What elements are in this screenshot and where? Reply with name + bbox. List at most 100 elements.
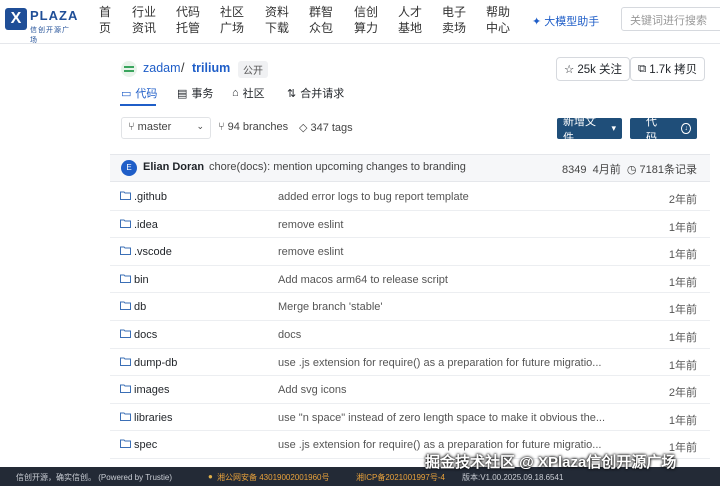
nav-label-1: 首 [98, 5, 111, 19]
watermark: 掘金技术社区 @ XPlaza信创开源广场 [425, 454, 677, 471]
ai-assistant-link[interactable]: ✦ 大模型助手 [532, 13, 599, 29]
nav-label-2: 卖场 [441, 21, 466, 35]
file-time: 1年前 [668, 304, 697, 317]
branches-count: 94 branches [227, 121, 289, 133]
commit-author[interactable]: Elian Doran [143, 161, 204, 173]
file-name[interactable]: bin [134, 274, 149, 286]
table-row[interactable]: .vscode remove eslint 1年前 [110, 238, 710, 266]
star-button[interactable]: ☆ 25k 关注 [556, 57, 631, 81]
file-time: 1年前 [668, 249, 697, 262]
nav-label-1: 行业 [131, 5, 156, 19]
file-name[interactable]: .github [134, 191, 167, 203]
tab-issues[interactable]: ▤ 事务 [177, 85, 213, 101]
table-row[interactable]: dump-db use .js extension for require() a… [110, 349, 710, 377]
nav-item-code-hosting[interactable]: 代码 托管 [173, 4, 203, 36]
table-row[interactable]: .idea remove eslint 1年前 [110, 211, 710, 239]
footer-icp-record[interactable]: 湘ICP备2021001997号-4 [356, 472, 445, 483]
ai-assistant-label: 大模型助手 [544, 16, 600, 28]
file-name[interactable]: libraries [134, 412, 173, 424]
table-row[interactable]: db Merge branch 'stable' 1年前 [110, 293, 710, 321]
commit-message[interactable]: chore(docs): mention upcoming changes to… [209, 161, 466, 173]
police-shield-icon: ● [208, 472, 213, 481]
nav-item-community[interactable]: 社区 广场 [217, 4, 247, 36]
file-name[interactable]: .idea [134, 219, 158, 231]
folder-icon [120, 191, 131, 200]
file-commit-message[interactable]: Add svg icons [278, 384, 618, 396]
commit-hash[interactable]: 8349 [562, 164, 586, 176]
tab-community[interactable]: ⌂ 社区 [232, 85, 265, 101]
nav-label-2: 页 [98, 21, 111, 35]
tag-icon: ◇ [299, 122, 308, 134]
tab-pull-requests-label: 合并请求 [300, 88, 345, 100]
tab-pull-requests[interactable]: ⇅ 合并请求 [287, 85, 344, 101]
nav-item-crowdsourcing[interactable]: 群智 众包 [306, 4, 336, 36]
file-name[interactable]: db [134, 301, 146, 313]
file-commit-message[interactable]: use .js extension for require() as a pre… [278, 439, 618, 451]
file-commit-message[interactable]: remove eslint [278, 219, 618, 231]
logo-subtitle: 信创开源广场 [30, 27, 70, 44]
site-logo[interactable]: X PLAZA 信创开源广场 [5, 6, 77, 44]
chevron-down-icon: ⌄ [196, 121, 204, 131]
file-time: 1年前 [668, 331, 697, 344]
nav-label-2: 广场 [219, 21, 244, 35]
search-input[interactable]: 关键词进行搜索 [621, 7, 720, 31]
download-icon: ↓ [681, 123, 691, 134]
code-download-button[interactable]: 代码 ↓ [630, 116, 697, 144]
nav-item-compute[interactable]: 信创 算力 [351, 4, 381, 36]
file-list: .github added error logs to bug report te… [110, 183, 710, 459]
file-name[interactable]: .vscode [134, 246, 172, 258]
star-icon: ☆ [564, 64, 575, 76]
file-name[interactable]: dump-db [134, 357, 177, 369]
issue-icon: ▤ [177, 87, 188, 100]
file-commit-message[interactable]: Merge branch 'stable' [278, 301, 618, 313]
footer-police-record[interactable]: 湘公网安备 43019002001960号 [217, 472, 330, 483]
nav-item-home[interactable]: 首页 [90, 4, 120, 36]
file-commit-message[interactable]: use "n space" instead of zero length spa… [278, 412, 618, 424]
nav-item-news[interactable]: 行业 资讯 [129, 4, 159, 36]
avatar: E [121, 160, 137, 176]
file-commit-message[interactable]: added error logs to bug report template [278, 191, 618, 203]
tab-code[interactable]: ▭ 代码 [121, 85, 157, 101]
nav-label-1: 群智 [308, 5, 333, 19]
branch-icon: ⑂ [218, 121, 225, 133]
file-commit-message[interactable]: docs [278, 329, 618, 341]
table-row[interactable]: docs docs 1年前 [110, 321, 710, 349]
nav-item-store[interactable]: 电子 卖场 [439, 4, 469, 36]
commit-time: 4月前 [592, 164, 621, 176]
file-name[interactable]: spec [134, 439, 157, 451]
nav-item-downloads[interactable]: 资料 下载 [262, 4, 292, 36]
community-icon: ⌂ [232, 87, 239, 99]
branch-select[interactable]: ⑂ master ⌄ [121, 117, 211, 139]
tab-code-label: 代码 [135, 88, 158, 100]
nav-item-talent[interactable]: 人才 基地 [395, 4, 425, 36]
new-file-button[interactable]: 新增文件 ▾ [557, 116, 622, 144]
table-row[interactable]: libraries use "n space" instead of zero l… [110, 404, 710, 432]
branches-link[interactable]: ⑂ 94 branches [218, 121, 288, 133]
tags-count: 347 tags [310, 121, 353, 134]
file-commit-message[interactable]: Add macos arm64 to release script [278, 274, 618, 286]
folder-icon [120, 329, 131, 338]
nav-label-1: 社区 [219, 5, 244, 19]
table-row[interactable]: images Add svg icons 2年前 [110, 376, 710, 404]
footer-version: 版本:V1.00.2025.09.18.6541 [462, 473, 564, 482]
table-row[interactable]: bin Add macos arm64 to release script 1年前 [110, 266, 710, 294]
commit-count[interactable]: 7181条记录 [640, 164, 697, 176]
repo-owner-link[interactable]: zadam [143, 61, 181, 75]
fork-button[interactable]: ⧉ 1.7k 拷贝 [630, 57, 706, 81]
table-row[interactable]: .github added error logs to bug report te… [110, 183, 710, 211]
folder-icon [120, 301, 131, 311]
nav-item-help[interactable]: 帮助 中心 [483, 4, 513, 36]
file-name[interactable]: docs [134, 329, 157, 341]
folder-icon [120, 439, 131, 449]
visibility-badge: 公开 [238, 61, 268, 78]
nav-label-1: 信创 [353, 5, 378, 19]
top-nav: X PLAZA 信创开源广场 首页 行业 资讯 代码 托管 社区广场 资料 下载 群智… [0, 0, 720, 44]
fork-icon: ⧉ [638, 62, 647, 75]
tags-link[interactable]: ◇ 347 tags [299, 121, 353, 135]
file-commit-message[interactable]: remove eslint [278, 246, 618, 258]
folder-icon [120, 357, 131, 366]
file-time: 1年前 [668, 276, 697, 289]
file-name[interactable]: images [134, 384, 169, 396]
repo-name-link[interactable]: trilium [192, 61, 230, 75]
file-commit-message[interactable]: use .js extension for require() as a pre… [278, 357, 618, 369]
